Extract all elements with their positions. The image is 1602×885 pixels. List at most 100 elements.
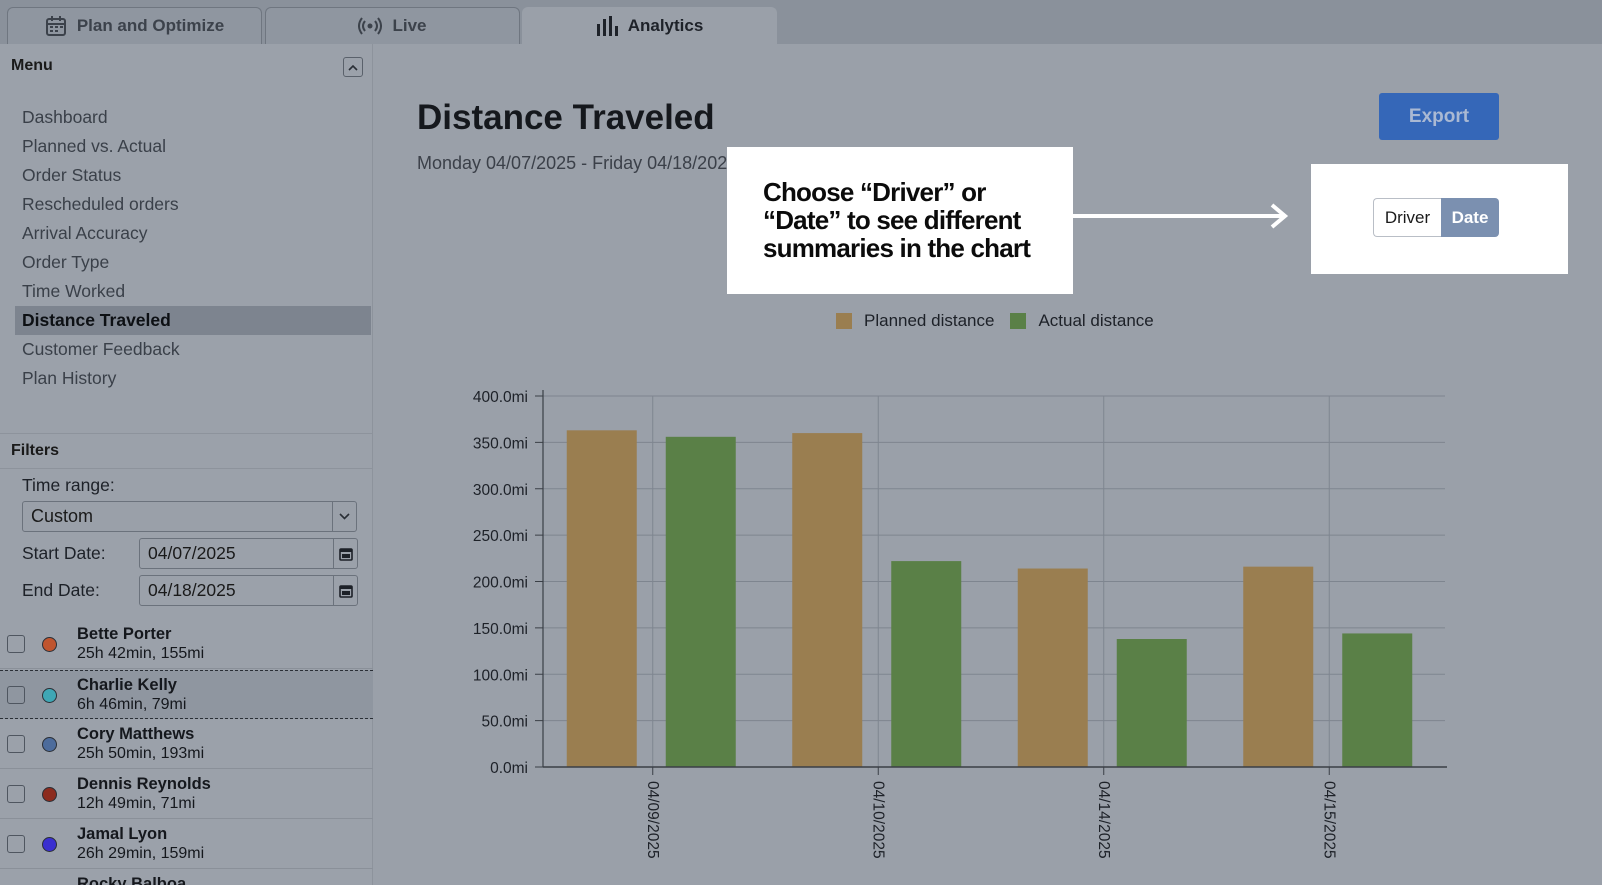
driver-color-dot <box>42 787 57 802</box>
actual-bar <box>1116 639 1187 767</box>
tab-bar: Plan and Optimize Live Analytics <box>0 0 1602 44</box>
driver-name: Cory Matthews <box>77 725 195 743</box>
calendar-icon[interactable] <box>333 539 357 568</box>
menu-item[interactable]: Order Status <box>15 161 371 190</box>
menu-item[interactable]: Customer Feedback <box>15 335 371 364</box>
driver-toggle-button[interactable]: Driver <box>1373 198 1441 237</box>
y-tick-label: 0.0mi <box>490 760 528 777</box>
page-title: Distance Traveled <box>417 98 715 137</box>
chart-legend: Planned distance Actual distance <box>836 311 1170 331</box>
planned-bar <box>792 433 863 767</box>
menu-item[interactable]: Distance Traveled <box>15 306 371 335</box>
planned-bar <box>1243 566 1314 767</box>
driver-name: Rocky Balboa <box>77 875 187 885</box>
driver-row[interactable]: Cory Matthews 25h 50min, 193mi <box>0 720 373 769</box>
driver-row[interactable]: Jamal Lyon 26h 29min, 159mi <box>0 820 373 869</box>
driver-stats: 6h 46min, 79mi <box>77 696 187 713</box>
tab-plan-and-optimize[interactable]: Plan and Optimize <box>7 7 262 44</box>
y-tick-label: 300.0mi <box>473 482 528 499</box>
arrow-right-icon <box>1073 203 1289 234</box>
menu-item[interactable]: Plan History <box>15 364 371 393</box>
driver-name: Charlie Kelly <box>77 676 177 694</box>
distance-bar-chart: 0.0mi 50.0mi 100.0mi 150.0mi 200.0mi 250.0mi 3… <box>473 389 1447 859</box>
time-range-value: Custom <box>31 506 94 526</box>
driver-row[interactable]: Charlie Kelly 6h 46min, 79mi <box>0 670 373 719</box>
legend-swatch <box>1010 313 1027 329</box>
menu-item[interactable]: Arrival Accuracy <box>15 219 371 248</box>
tab-analytics[interactable]: Analytics <box>522 7 777 44</box>
driver-color-dot <box>42 637 57 652</box>
start-date-input[interactable]: 04/07/2025 <box>139 538 358 569</box>
chevron-down-icon <box>332 502 356 531</box>
y-tick-label: 50.0mi <box>481 714 528 731</box>
planned-bar <box>566 430 637 767</box>
broadcast-icon <box>358 17 383 35</box>
start-date-label: Start Date: <box>22 543 106 563</box>
calendar-icon[interactable] <box>333 576 357 605</box>
time-range-select[interactable]: Custom <box>22 501 357 532</box>
time-range-label: Time range: <box>22 475 115 495</box>
actual-bar <box>1342 633 1413 767</box>
start-date-value: 04/07/2025 <box>148 543 236 563</box>
driver-color-dot <box>42 737 57 752</box>
calendar-icon <box>45 15 67 37</box>
y-tick-label: 250.0mi <box>473 528 528 545</box>
menu-item[interactable]: Order Type <box>15 248 371 277</box>
menu-item[interactable]: Time Worked <box>15 277 371 306</box>
driver-checkbox[interactable] <box>7 686 25 704</box>
driver-name: Dennis Reynolds <box>77 775 211 793</box>
end-date-value: 04/18/2025 <box>148 580 236 600</box>
y-tick-label: 350.0mi <box>473 435 528 452</box>
menu-item[interactable]: Planned vs. Actual <box>15 132 371 161</box>
menu-item[interactable]: Dashboard <box>15 103 371 132</box>
x-tick-label: 04/15/2025 <box>1320 781 1337 859</box>
tab-label: Analytics <box>627 16 704 35</box>
x-tick-label: 04/10/2025 <box>869 781 886 859</box>
end-date-input[interactable]: 04/18/2025 <box>139 575 358 606</box>
menu-item[interactable]: Rescheduled orders <box>15 190 371 219</box>
callout-line: summaries in the chart <box>763 233 1031 263</box>
y-tick-label: 150.0mi <box>473 621 528 638</box>
tutorial-callout: Choose “Driver” or “Date” to see differe… <box>727 147 1073 294</box>
driver-name: Bette Porter <box>77 625 172 643</box>
end-date-label: End Date: <box>22 580 100 600</box>
tab-live[interactable]: Live <box>265 7 520 44</box>
menu-title: Menu <box>11 57 53 74</box>
driver-stats: 25h 42min, 155mi <box>77 645 205 662</box>
driver-row[interactable]: Dennis Reynolds 12h 49min, 71mi <box>0 770 373 819</box>
bar-chart-icon <box>596 16 618 36</box>
driver-checkbox[interactable] <box>7 785 25 803</box>
menu-list: Dashboard Planned vs. Actual Order Status R… <box>15 103 371 393</box>
x-tick-label: 04/09/2025 <box>644 781 661 859</box>
legend-item-planned[interactable]: Planned distance <box>836 311 994 331</box>
driver-row[interactable]: Bette Porter 25h 42min, 155mi <box>0 620 373 669</box>
y-tick-label: 400.0mi <box>473 389 528 406</box>
filters-header: Filters <box>0 433 373 469</box>
date-range-subtitle: Monday 04/07/2025 - Friday 04/18/202 <box>417 153 728 173</box>
export-button[interactable]: Export <box>1379 93 1499 140</box>
driver-row[interactable]: Rocky Balboa <box>0 870 373 885</box>
x-tick-label: 04/14/2025 <box>1095 781 1112 859</box>
driver-checkbox[interactable] <box>7 835 25 853</box>
callout-line: Choose “Driver” or <box>763 177 986 207</box>
filters-title: Filters <box>11 442 60 459</box>
legend-swatch <box>836 313 852 329</box>
actual-bar <box>665 436 736 767</box>
date-toggle-button[interactable]: Date <box>1441 198 1499 237</box>
chevron-up-icon <box>348 58 358 76</box>
menu-header: Menu <box>0 44 373 88</box>
driver-stats: 25h 50min, 193mi <box>77 745 205 762</box>
callout-line: “Date” to see different <box>763 205 1021 235</box>
collapse-menu-button[interactable] <box>343 57 363 77</box>
driver-checkbox[interactable] <box>7 735 25 753</box>
legend-label: Actual distance <box>1038 311 1154 330</box>
legend-item-actual[interactable]: Actual distance <box>1010 311 1154 331</box>
y-tick-label: 200.0mi <box>473 575 528 592</box>
driver-stats: 12h 49min, 71mi <box>77 795 196 812</box>
tab-label: Live <box>392 16 427 35</box>
sidebar: Menu Dashboard Planned vs. Actual Order St… <box>0 44 373 885</box>
driver-color-dot <box>42 837 57 852</box>
driver-checkbox[interactable] <box>7 635 25 653</box>
tab-label: Plan and Optimize <box>76 16 225 35</box>
driver-stats: 26h 29min, 159mi <box>77 845 205 862</box>
